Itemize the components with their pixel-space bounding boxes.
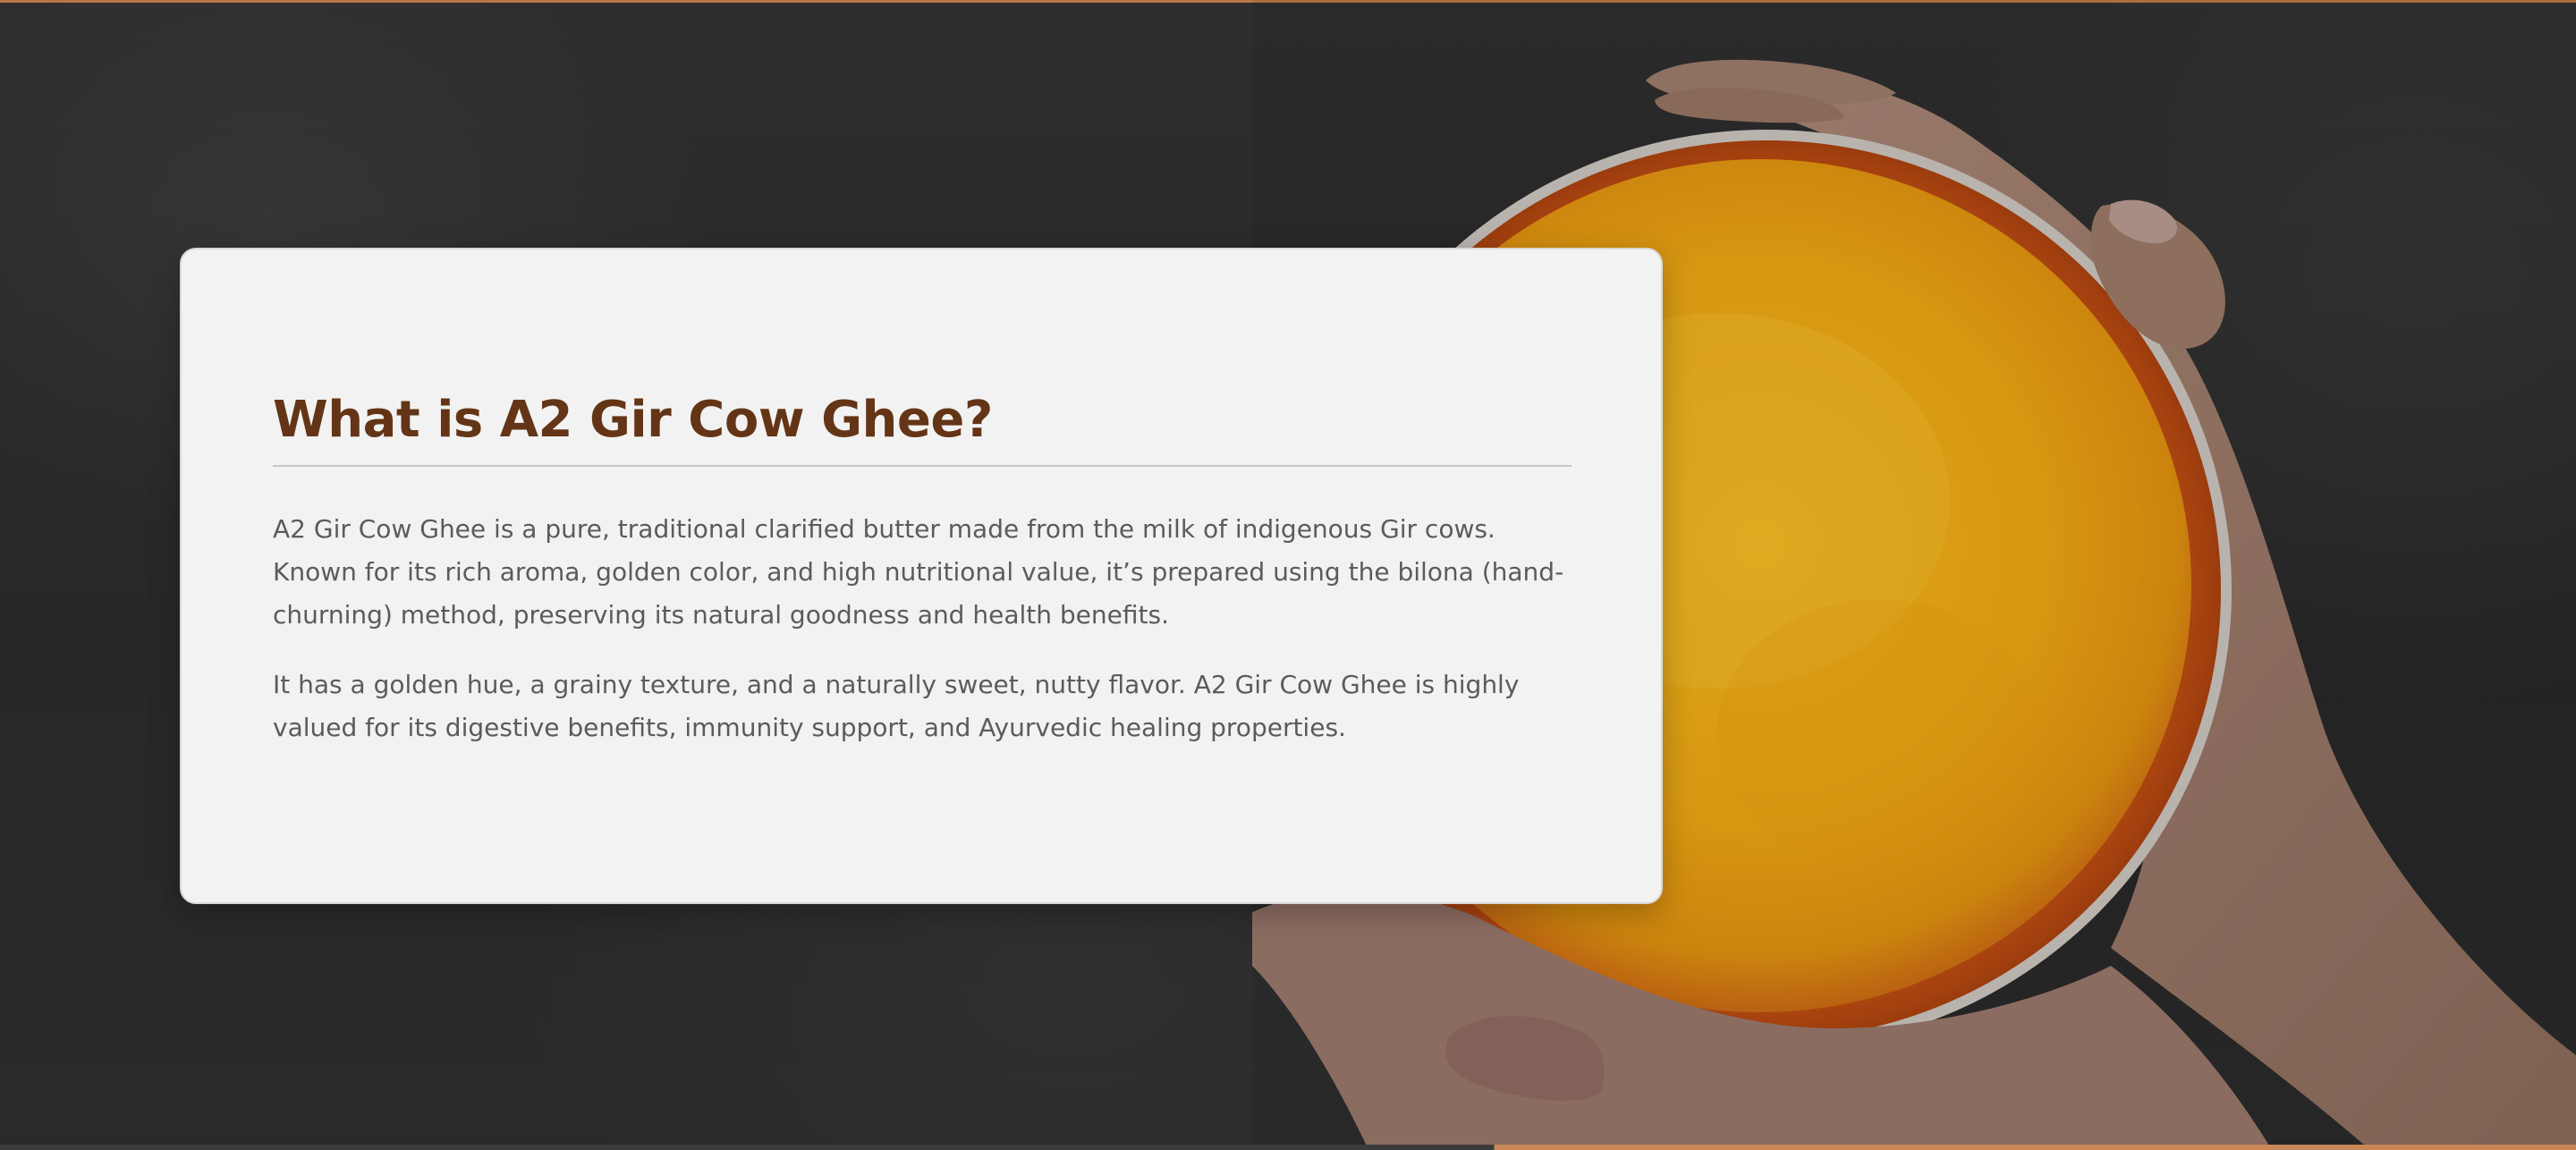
description-paragraph-2: It has a golden hue, a grainy texture, a…: [273, 669, 1520, 742]
title-divider: [273, 464, 1572, 467]
description-paragraph-1: A2 Gir Cow Ghee is a pure, traditional c…: [273, 513, 1564, 630]
bottom-accent-rule: [0, 1145, 2576, 1150]
info-card: What is A2 Gir Cow Ghee? A2 Gir Cow Ghee…: [180, 248, 1663, 904]
section-title: What is A2 Gir Cow Ghee?: [273, 391, 993, 449]
